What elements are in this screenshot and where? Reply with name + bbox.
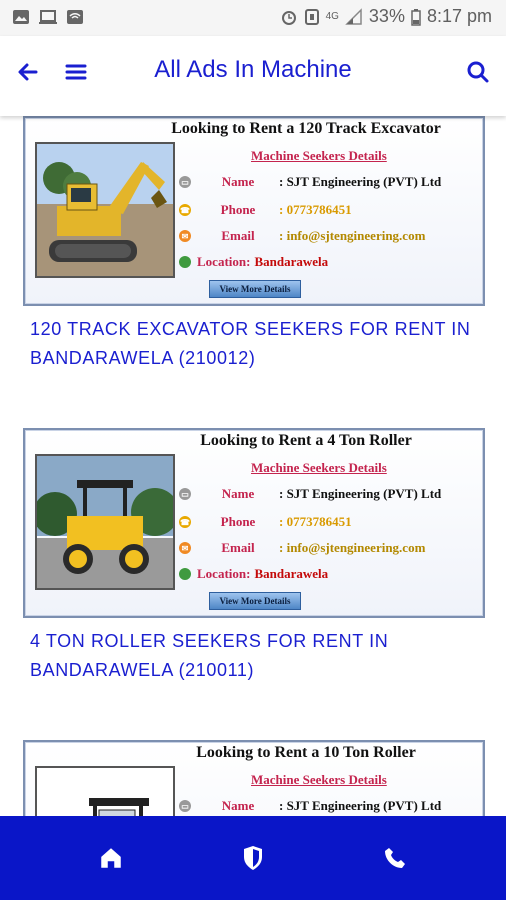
ads-list[interactable]: Looking to Rent a 120 Track Excavator Ma… — [0, 116, 506, 816]
location-icon — [179, 568, 191, 580]
email-row: ✉ Email : info@sjtengineering.com — [179, 540, 425, 556]
list-item: Looking to Rent a 10 Ton Roller Machine … — [0, 740, 506, 816]
id-card-icon: ▭ — [179, 800, 191, 812]
email-icon: ✉ — [179, 230, 191, 242]
ad-title-link[interactable]: 120 TRACK EXCAVATOR SEEKERS FOR RENT IN … — [30, 315, 480, 373]
roller-photo — [35, 454, 175, 590]
notification-icons — [12, 8, 84, 26]
ad-banner[interactable]: Looking to Rent a 10 Ton Roller Machine … — [23, 740, 485, 816]
nfc-icon — [304, 8, 319, 25]
list-item: Looking to Rent a 4 Ton Roller Machine S… — [0, 428, 506, 718]
phone-label: Phone — [220, 202, 256, 217]
seekers-details-heading: Machine Seekers Details — [251, 460, 387, 475]
email-label: Email — [221, 540, 255, 555]
name-row: ▭ Name : SJT Engineering (PVT) Ltd — [179, 798, 441, 814]
email-row: ✉ Email : info@sjtengineering.com — [179, 228, 425, 244]
phone-row: ☎ Phone : 0773786451 — [179, 514, 352, 530]
seekers-details-heading: Machine Seekers Details — [251, 148, 387, 163]
search-icon — [467, 61, 489, 83]
home-icon — [101, 848, 121, 868]
phone-value[interactable]: : 0773786451 — [279, 514, 352, 530]
email-icon: ✉ — [179, 542, 191, 554]
location-label: Location: — [197, 566, 251, 581]
status-bar: 4G 33% 8:17 pm — [0, 0, 506, 36]
app-bar: All Ads In Machine — [0, 36, 506, 116]
phone-row: ☎ Phone : 0773786451 — [179, 202, 352, 218]
email-value[interactable]: : info@sjtengineering.com — [279, 228, 425, 244]
home-nav-button[interactable] — [91, 838, 131, 878]
location-row: Location: Bandarawela — [179, 566, 328, 582]
bottom-navigation — [0, 816, 506, 900]
name-value: : SJT Engineering (PVT) Ltd — [279, 174, 442, 189]
email-value[interactable]: : info@sjtengineering.com — [279, 540, 425, 556]
name-label: Name — [221, 798, 255, 813]
excavator-photo — [35, 142, 175, 278]
phone-icon — [385, 848, 405, 868]
view-more-details-button[interactable]: View More Details — [209, 280, 301, 298]
location-row: Location: Bandarawela — [179, 254, 328, 270]
phone-icon: ☎ — [179, 204, 191, 216]
ad-banner[interactable]: Looking to Rent a 4 Ton Roller Machine S… — [23, 428, 485, 618]
ad-banner[interactable]: Looking to Rent a 120 Track Excavator Ma… — [23, 116, 485, 306]
location-icon — [179, 256, 191, 268]
alarm-icon — [281, 10, 296, 25]
image-notification-icon — [13, 10, 29, 24]
id-card-icon: ▭ — [179, 488, 191, 500]
banner-heading: Looking to Rent a 4 Ton Roller — [200, 432, 412, 449]
banner-heading: Looking to Rent a 120 Track Excavator — [171, 120, 441, 137]
location-label: Location: — [197, 254, 251, 269]
search-button[interactable] — [460, 54, 496, 90]
phone-nav-button[interactable] — [375, 838, 415, 878]
list-item: Looking to Rent a 120 Track Excavator Ma… — [0, 116, 506, 406]
location-value: Bandarawela — [254, 254, 329, 269]
shield-nav-button[interactable] — [233, 838, 273, 878]
system-status: 4G 33% 8:17 pm — [280, 6, 492, 27]
phone-icon: ☎ — [179, 516, 191, 528]
name-value: : SJT Engineering (PVT) Ltd — [279, 798, 442, 813]
name-value: : SJT Engineering (PVT) Ltd — [279, 486, 442, 501]
id-card-icon: ▭ — [179, 176, 191, 188]
name-row: ▭ Name : SJT Engineering (PVT) Ltd — [179, 174, 441, 190]
roller-photo — [35, 766, 175, 816]
email-label: Email — [221, 228, 255, 243]
battery-icon — [411, 8, 421, 26]
view-more-details-button[interactable]: View More Details — [209, 592, 301, 610]
laptop-notification-icon — [39, 10, 57, 24]
location-value: Bandarawela — [254, 566, 329, 581]
name-label: Name — [221, 486, 255, 501]
shield-icon — [244, 846, 262, 870]
page-title: All Ads In Machine — [154, 56, 352, 83]
phone-label: Phone — [220, 514, 256, 529]
name-label: Name — [221, 174, 255, 189]
clock: 8:17 pm — [426, 6, 492, 26]
phone-value[interactable]: : 0773786451 — [279, 202, 352, 218]
seekers-details-heading: Machine Seekers Details — [251, 772, 387, 787]
battery-percentage: 33% — [368, 6, 405, 26]
network-type: 4G — [325, 11, 339, 22]
banner-heading: Looking to Rent a 10 Ton Roller — [196, 744, 416, 761]
wifi-notification-icon — [67, 10, 83, 24]
ad-title-link[interactable]: 4 TON ROLLER SEEKERS FOR RENT IN BANDARA… — [30, 627, 480, 685]
signal-icon — [345, 7, 362, 25]
name-row: ▭ Name : SJT Engineering (PVT) Ltd — [179, 486, 441, 502]
